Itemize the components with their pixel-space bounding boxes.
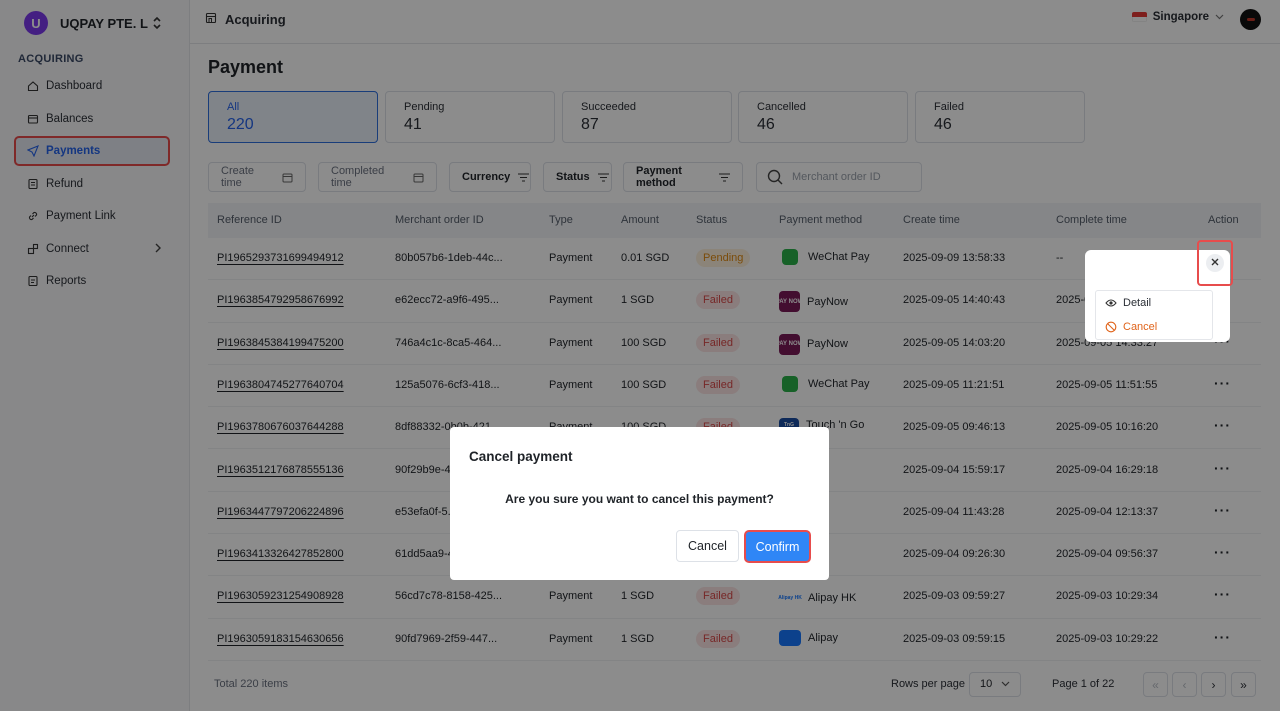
action-popover: Detail Cancel [1085, 240, 1233, 342]
dialog-message: Are you sure you want to cancel this pay… [505, 492, 774, 506]
dialog-confirm-button[interactable]: Confirm [744, 530, 811, 563]
modal-overlay[interactable] [0, 0, 1280, 711]
menu-item-label: Detail [1123, 297, 1152, 309]
cancel-icon [1105, 321, 1117, 333]
dialog-title: Cancel payment [469, 449, 573, 464]
close-highlight [1197, 240, 1233, 286]
menu-item-label: Cancel [1123, 321, 1158, 333]
eye-icon [1105, 298, 1117, 308]
close-button[interactable] [1206, 254, 1224, 272]
action-menu: Detail Cancel [1095, 290, 1213, 340]
close-icon [1211, 257, 1219, 269]
cancel-payment-dialog: Cancel payment Are you sure you want to … [450, 427, 829, 580]
dialog-cancel-button[interactable]: Cancel [676, 530, 739, 562]
menu-item-detail[interactable]: Detail [1096, 291, 1212, 315]
menu-item-cancel[interactable]: Cancel [1096, 315, 1212, 339]
